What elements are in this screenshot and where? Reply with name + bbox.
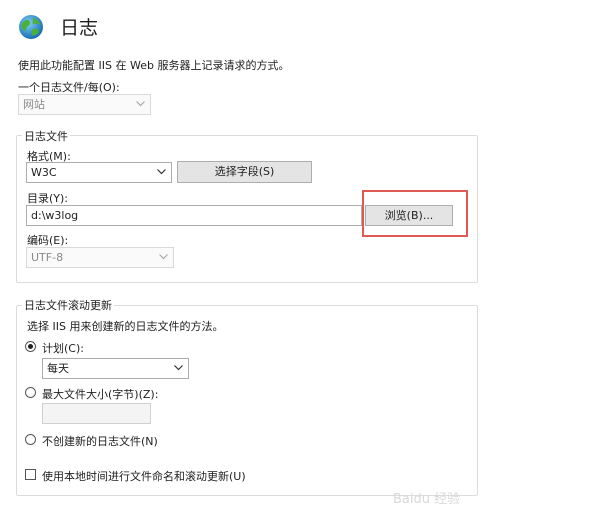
one-log-per-value: 网站: [23, 98, 45, 111]
rollover-group-label: 日志文件滚动更新: [22, 297, 114, 313]
local-time-checkbox[interactable]: [25, 469, 36, 480]
encoding-select[interactable]: UTF-8: [26, 247, 174, 268]
no-new-log-label: 不创建新的日志文件(N): [42, 435, 158, 448]
chevron-down-icon: [159, 254, 168, 260]
one-log-per-label: 一个日志文件/每(O):: [18, 81, 120, 94]
select-fields-button[interactable]: 选择字段(S): [177, 161, 312, 183]
chevron-down-icon: [174, 365, 183, 371]
globe-icon: [19, 15, 43, 39]
schedule-label: 计划(C):: [42, 342, 84, 355]
directory-input[interactable]: d:\w3log: [26, 205, 362, 226]
one-log-per-select[interactable]: 网站: [18, 94, 151, 115]
format-value: W3C: [31, 166, 57, 179]
max-size-radio[interactable]: [25, 387, 36, 398]
no-new-log-radio[interactable]: [25, 434, 36, 445]
encoding-value: UTF-8: [31, 251, 64, 264]
max-size-label: 最大文件大小(字节)(Z):: [42, 388, 159, 401]
max-size-input[interactable]: [42, 403, 151, 424]
log-file-group-label: 日志文件: [22, 128, 70, 144]
page-description: 使用此功能配置 IIS 在 Web 服务器上记录请求的方式。: [18, 59, 290, 72]
rollover-description: 选择 IIS 用来创建新的日志文件的方法。: [27, 320, 224, 333]
directory-label: 目录(Y):: [27, 192, 69, 205]
schedule-select[interactable]: 每天: [42, 358, 189, 379]
local-time-label: 使用本地时间进行文件命名和滚动更新(U): [42, 470, 246, 483]
encoding-label: 编码(E):: [27, 234, 69, 247]
format-select[interactable]: W3C: [26, 162, 172, 183]
chevron-down-icon: [157, 169, 166, 175]
page-title: 日志: [60, 17, 99, 39]
chevron-down-icon: [136, 101, 145, 107]
watermark: Baidu 经验: [393, 492, 461, 507]
schedule-radio[interactable]: [25, 341, 36, 352]
highlight-annotation: [362, 190, 468, 237]
schedule-value: 每天: [47, 362, 69, 375]
